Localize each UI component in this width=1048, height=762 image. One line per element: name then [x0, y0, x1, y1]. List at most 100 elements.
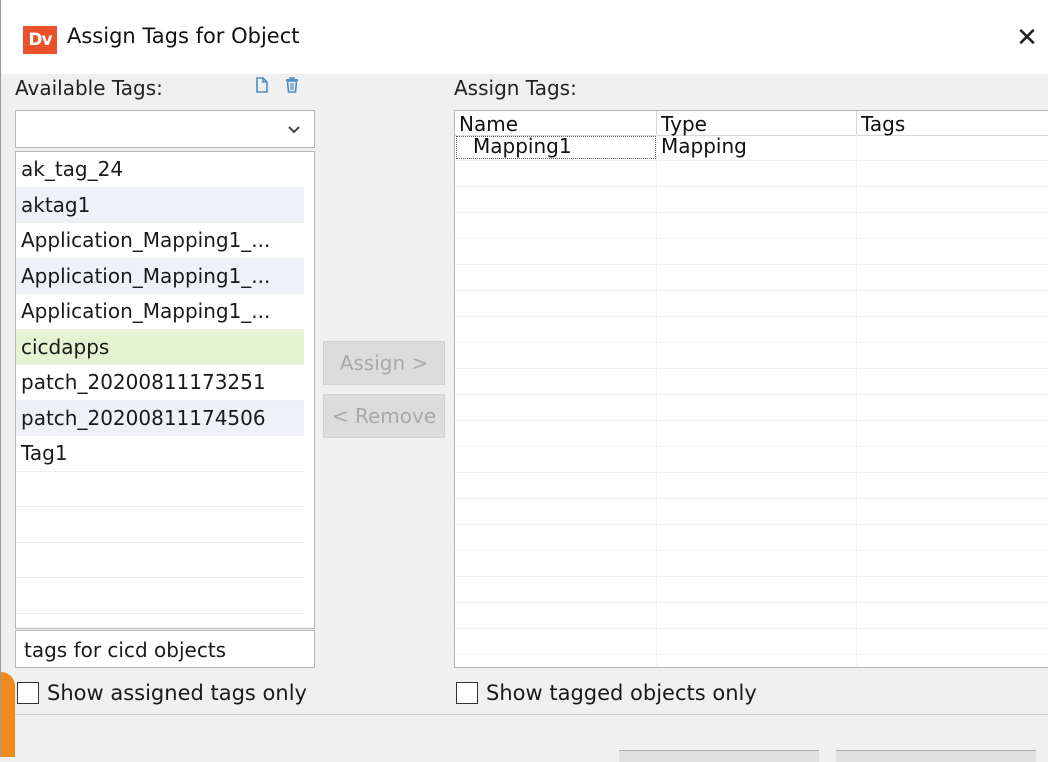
cell-type	[657, 395, 857, 420]
cell-name	[455, 551, 657, 576]
cell-name	[455, 343, 657, 368]
remove-button[interactable]: < Remove	[323, 394, 445, 438]
cell-name	[455, 447, 657, 472]
cell-type[interactable]: Mapping	[657, 135, 857, 160]
cell-name	[455, 369, 657, 394]
assign-tags-dialog: Dv Assign Tags for Object ✕ Available Ta…	[0, 0, 1048, 762]
tag-list-item[interactable]: ak_tag_24	[16, 152, 304, 188]
ok-button[interactable]	[619, 750, 819, 762]
checkbox-box[interactable]	[456, 682, 478, 704]
column-header-name[interactable]: Name	[455, 111, 657, 136]
cell-type	[657, 473, 857, 498]
cell-tags	[857, 577, 1048, 602]
table-empty-row	[455, 213, 1048, 239]
table-empty-row	[455, 473, 1048, 499]
table-empty-row	[455, 421, 1048, 447]
tag-description-field[interactable]: tags for cicd objects	[15, 630, 315, 668]
cell-name	[455, 577, 657, 602]
tag-list-item[interactable]: cicdapps	[16, 329, 304, 365]
table-row[interactable]: Mapping1 Mapping	[455, 135, 1048, 161]
table-empty-row	[455, 629, 1048, 655]
cell-type	[657, 421, 857, 446]
table-empty-row	[455, 187, 1048, 213]
table-empty-row	[455, 447, 1048, 473]
cell-tags	[857, 499, 1048, 524]
assign-button[interactable]: Assign >	[323, 341, 445, 385]
title-bar: Dv Assign Tags for Object ✕	[1, 0, 1048, 74]
assign-tags-label: Assign Tags:	[454, 76, 577, 100]
cell-tags	[857, 213, 1048, 238]
cell-tags	[857, 265, 1048, 290]
cell-tags	[857, 525, 1048, 550]
tag-list-empty-row	[16, 543, 304, 578]
cancel-button[interactable]	[836, 750, 1036, 762]
column-header-tags[interactable]: Tags	[857, 111, 1048, 136]
table-empty-row	[455, 577, 1048, 603]
cell-type	[657, 187, 857, 212]
table-empty-row	[455, 239, 1048, 265]
grid-body: Mapping1 Mapping	[455, 135, 1048, 667]
assigned-objects-grid[interactable]: Name Type Tags Mapping1 Mapping	[454, 110, 1048, 668]
chevron-down-icon[interactable]	[284, 119, 304, 139]
table-empty-row	[455, 525, 1048, 551]
cell-type	[657, 447, 857, 472]
cell-type	[657, 551, 857, 576]
show-tagged-objects-checkbox[interactable]: Show tagged objects only	[456, 678, 757, 708]
cell-name	[455, 421, 657, 446]
cell-type	[657, 291, 857, 316]
tag-filter-dropdown[interactable]	[15, 110, 315, 148]
cell-type	[657, 499, 857, 524]
cell-tags	[857, 291, 1048, 316]
cell-name	[455, 395, 657, 420]
show-tagged-objects-label: Show tagged objects only	[486, 681, 757, 705]
show-assigned-tags-checkbox[interactable]: Show assigned tags only	[17, 678, 307, 708]
tag-list-empty-row	[16, 507, 304, 543]
cell-type	[657, 239, 857, 264]
cell-name	[455, 603, 657, 628]
available-tags-list[interactable]: ak_tag_24 aktag1 Application_Mapping1_... A…	[15, 151, 315, 629]
table-empty-row	[455, 317, 1048, 343]
tag-list-item[interactable]: Tag1	[16, 436, 304, 472]
delete-tag-icon[interactable]	[283, 76, 301, 96]
table-empty-row	[455, 343, 1048, 369]
cell-type	[657, 577, 857, 602]
close-button[interactable]: ✕	[1007, 20, 1047, 56]
table-empty-row	[455, 603, 1048, 629]
tag-list-item[interactable]: Application_Mapping1_...	[16, 258, 304, 294]
dialog-title: Assign Tags for Object	[67, 24, 300, 48]
cell-name[interactable]: Mapping1	[455, 135, 657, 160]
table-empty-row	[455, 265, 1048, 291]
cell-type	[657, 525, 857, 550]
cell-name	[455, 525, 657, 550]
cell-tags	[857, 369, 1048, 394]
checkbox-box[interactable]	[17, 682, 39, 704]
cell-name	[455, 161, 657, 186]
cell-name	[455, 187, 657, 212]
tag-list-item[interactable]: aktag1	[16, 187, 304, 223]
cell-tags	[857, 603, 1048, 628]
table-empty-row	[455, 291, 1048, 317]
cell-name	[455, 629, 657, 654]
tag-list-empty-row	[16, 578, 304, 614]
cell-tags	[857, 187, 1048, 212]
table-empty-row	[455, 551, 1048, 577]
new-tag-icon[interactable]	[253, 76, 271, 96]
cell-name	[455, 213, 657, 238]
column-header-type[interactable]: Type	[657, 111, 857, 136]
cell-type	[657, 161, 857, 186]
cell-tags	[857, 239, 1048, 264]
cell-name	[455, 291, 657, 316]
cell-tags	[857, 421, 1048, 446]
cell-type	[657, 343, 857, 368]
cell-type	[657, 629, 857, 654]
cell-type	[657, 369, 857, 394]
table-empty-row	[455, 499, 1048, 525]
cell-tags[interactable]	[857, 135, 1048, 160]
tag-list-item[interactable]: Application_Mapping1_...	[16, 223, 304, 259]
tag-list-item[interactable]: patch_20200811174506	[16, 400, 304, 436]
tag-list-item[interactable]: Application_Mapping1_...	[16, 294, 304, 330]
grid-header: Name Type Tags	[455, 111, 1048, 136]
tag-list-item[interactable]: patch_20200811173251	[16, 365, 304, 401]
app-logo: Dv	[23, 26, 57, 54]
tag-list-empty-row	[16, 472, 304, 507]
